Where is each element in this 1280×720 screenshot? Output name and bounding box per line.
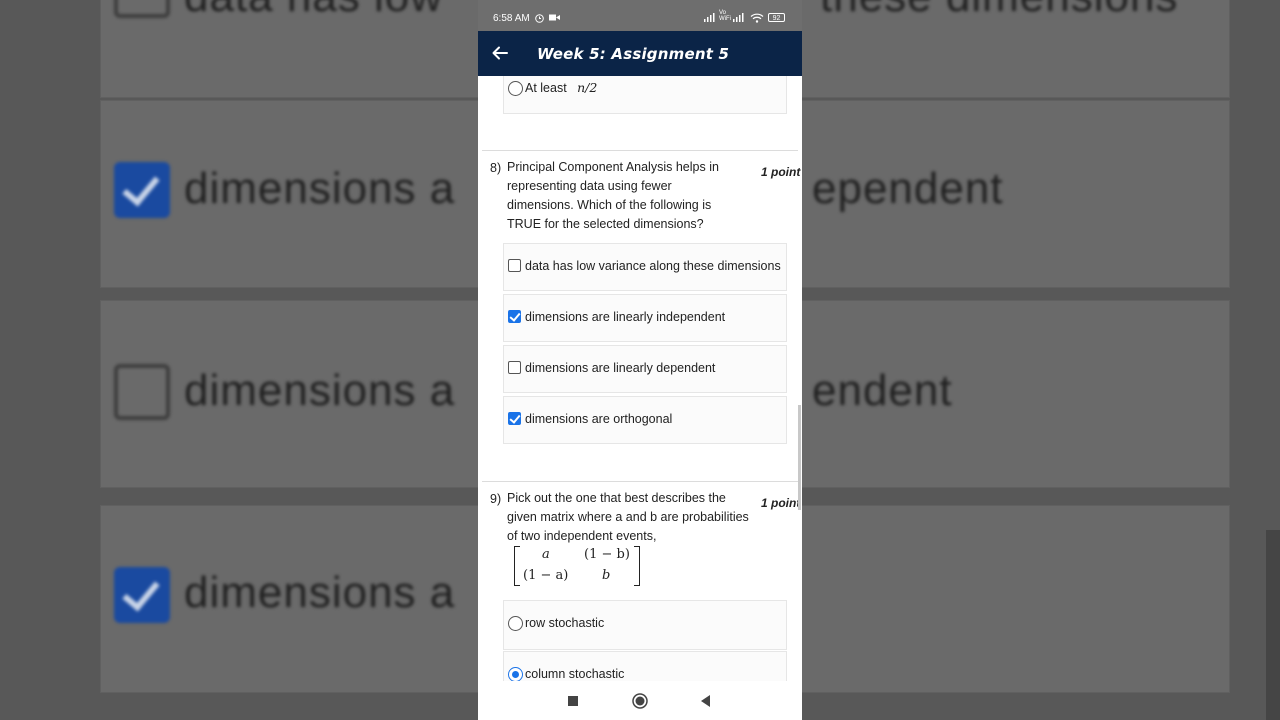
matrix-bracket-left (514, 546, 520, 586)
bg-option-text: dimensions a (184, 366, 456, 415)
status-bar: 6:58 AM Vo WiFi 92 (478, 0, 802, 31)
checkbox-checked[interactable] (508, 412, 521, 425)
checkbox[interactable] (508, 259, 521, 272)
phone-screen: 6:58 AM Vo WiFi 92 Week 5: Assignment 5 (478, 0, 802, 720)
app-bar: Week 5: Assignment 5 (478, 31, 802, 76)
bg-option-text: data has low (184, 0, 443, 22)
option-at-least-n-half[interactable]: At least n/2 (503, 76, 787, 114)
arrow-left-icon[interactable] (490, 43, 510, 63)
bg-checkbox (114, 364, 170, 420)
matrix-cell: b (602, 568, 611, 583)
question-number: 8) (490, 161, 502, 175)
checkbox[interactable] (508, 361, 521, 374)
question-number: 9) (490, 492, 502, 506)
bg-option-text-right: ependent (812, 164, 1004, 213)
option-orthogonal[interactable]: dimensions are orthogonal (503, 396, 787, 444)
option-column-stochastic[interactable]: column stochastic (503, 651, 787, 681)
system-nav-bar (478, 681, 802, 720)
points-badge: 1 point (761, 165, 801, 179)
page-title: Week 5: Assignment 5 (537, 45, 730, 63)
bg-option-text-right: endent (812, 366, 953, 415)
bg-option-text: dimensions a (184, 164, 456, 213)
option-low-variance[interactable]: data has low variance along these dimens… (503, 243, 787, 291)
option-linearly-dependent[interactable]: dimensions are linearly dependent (503, 345, 787, 393)
matrix: a (1 − b) (1 − a) b (514, 546, 640, 586)
alarm-icon (534, 13, 545, 25)
points-badge: 1 point (761, 496, 801, 510)
radio-button[interactable] (508, 81, 523, 96)
matrix-bracket-right (634, 546, 640, 586)
vowifi-label: Vo WiFi (719, 10, 731, 22)
question-text: Principal Component Analysis helps in re… (507, 160, 719, 231)
bg-checkbox-checked (114, 162, 170, 218)
assignment-content: At least n/2 8) Principal Component Anal… (478, 76, 802, 681)
option-label: At least n/2 (525, 80, 598, 95)
circle-icon[interactable] (620, 681, 660, 720)
bg-option-text: dimensions a (184, 568, 456, 617)
video-icon (549, 13, 560, 24)
option-label: dimensions are linearly dependent (525, 361, 716, 375)
radio-button-selected[interactable] (508, 667, 523, 681)
divider (482, 150, 798, 151)
status-time: 6:58 AM (493, 13, 530, 24)
option-label: dimensions are orthogonal (525, 412, 673, 426)
wifi-icon (750, 13, 764, 25)
matrix-cell: (1 − a) (523, 568, 569, 583)
bg-option-text-right: these dimensions (820, 0, 1178, 22)
square-icon[interactable] (553, 681, 593, 720)
signal-icon (732, 13, 744, 24)
bg-edge-strip (1266, 530, 1280, 720)
radio-button[interactable] (508, 616, 523, 631)
checkbox-checked[interactable] (508, 310, 521, 323)
battery-indicator: 92 (768, 13, 785, 22)
option-label: data has low variance along these dimens… (525, 259, 781, 273)
divider (482, 481, 798, 482)
question-text: Pick out the one that best describes the… (507, 491, 749, 543)
scrollbar[interactable] (798, 405, 801, 510)
signal-icon (703, 13, 715, 24)
option-label: dimensions are linearly independent (525, 310, 726, 324)
option-linearly-independent[interactable]: dimensions are linearly independent (503, 294, 787, 342)
bg-checkbox-checked (114, 567, 170, 623)
bg-checkbox (114, 0, 170, 18)
option-row-stochastic[interactable]: row stochastic (503, 600, 787, 650)
option-label: row stochastic (525, 616, 605, 630)
option-label: column stochastic (525, 667, 625, 681)
matrix-cell: a (542, 547, 550, 562)
matrix-cell: (1 − b) (584, 547, 630, 562)
triangle-back-icon[interactable] (686, 681, 726, 720)
